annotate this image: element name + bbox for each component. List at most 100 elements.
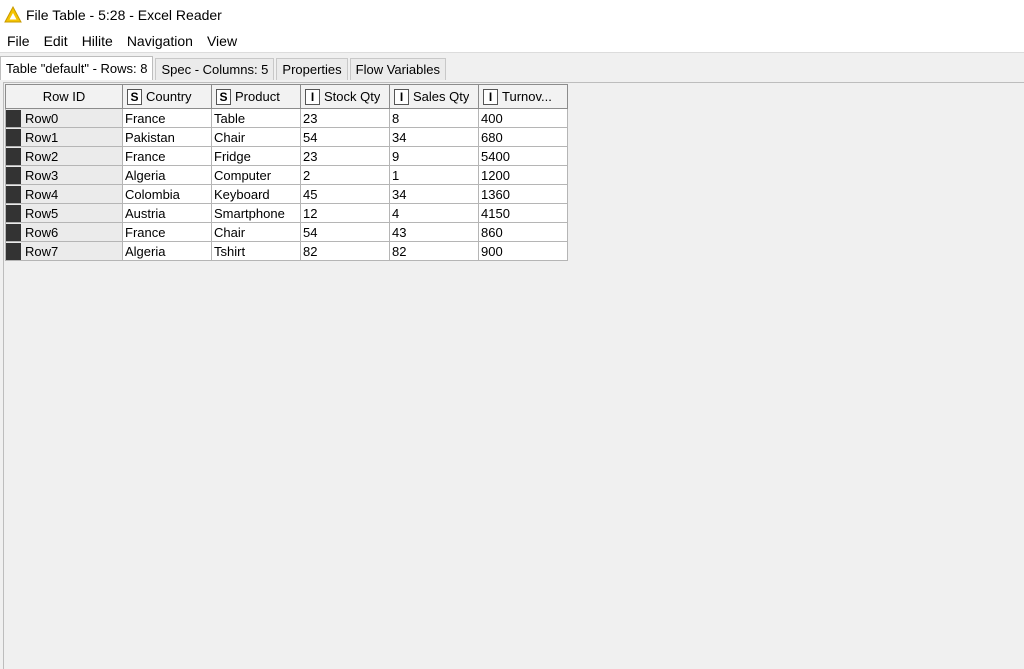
cell-country[interactable]: Algeria <box>122 241 212 261</box>
header-product[interactable]: S Product <box>211 84 301 109</box>
cell-product[interactable]: Table <box>211 108 301 128</box>
cell-country[interactable]: Algeria <box>122 165 212 185</box>
header-label: Row ID <box>42 89 86 104</box>
table-row[interactable]: Row6 France Chair 54 43 860 <box>5 222 568 242</box>
cell-turnover[interactable]: 5400 <box>478 146 568 166</box>
table-row[interactable]: Row4 Colombia Keyboard 45 34 1360 <box>5 184 568 204</box>
row-id-label: Row0 <box>25 110 59 126</box>
row-id-label: Row1 <box>25 129 59 145</box>
cell-stock-qty[interactable]: 82 <box>300 241 390 261</box>
row-id-label: Row2 <box>25 148 59 164</box>
table-row[interactable]: Row2 France Fridge 23 9 5400 <box>5 146 568 166</box>
menu-bar: File Edit Hilite Navigation View <box>0 30 1024 53</box>
window-title: File Table - 5:28 - Excel Reader <box>26 7 222 23</box>
integer-type-icon: I <box>483 88 498 105</box>
cell-sales-qty[interactable]: 82 <box>389 241 479 261</box>
table-header-row: Row ID S Country S Product I Stock Qty I Sal… <box>5 84 568 109</box>
tab-properties[interactable]: Properties <box>276 58 348 80</box>
cell-product[interactable]: Keyboard <box>211 184 301 204</box>
cell-sales-qty[interactable]: 34 <box>389 184 479 204</box>
row-marker <box>6 223 21 241</box>
row-id-cell[interactable]: Row5 <box>5 203 123 223</box>
header-label: Sales Qty <box>413 89 470 104</box>
row-marker <box>6 109 21 127</box>
table-row[interactable]: Row0 France Table 23 8 400 <box>5 108 568 128</box>
row-marker <box>6 242 21 260</box>
header-label: Country <box>146 89 192 104</box>
tab-spec-columns[interactable]: Spec - Columns: 5 <box>155 58 275 80</box>
cell-sales-qty[interactable]: 34 <box>389 127 479 147</box>
header-turnover[interactable]: I Turnov... <box>478 84 568 109</box>
header-row-id[interactable]: Row ID <box>5 84 123 109</box>
table-view-panel: Row ID S Country S Product I Stock Qty I Sal… <box>3 82 1024 669</box>
tab-table-default[interactable]: Table "default" - Rows: 8 <box>0 56 154 80</box>
row-id-label: Row3 <box>25 167 59 183</box>
row-id-cell[interactable]: Row7 <box>5 241 123 261</box>
cell-country[interactable]: Colombia <box>122 184 212 204</box>
title-bar: File Table - 5:28 - Excel Reader <box>0 0 1024 30</box>
header-label: Product <box>235 89 280 104</box>
cell-sales-qty[interactable]: 4 <box>389 203 479 223</box>
cell-country[interactable]: Pakistan <box>122 127 212 147</box>
table-row[interactable]: Row3 Algeria Computer 2 1 1200 <box>5 165 568 185</box>
cell-product[interactable]: Smartphone <box>211 203 301 223</box>
header-country[interactable]: S Country <box>122 84 212 109</box>
row-id-cell[interactable]: Row6 <box>5 222 123 242</box>
cell-sales-qty[interactable]: 1 <box>389 165 479 185</box>
menu-hilite[interactable]: Hilite <box>75 33 120 49</box>
header-stock-qty[interactable]: I Stock Qty <box>300 84 390 109</box>
row-marker <box>6 204 21 222</box>
menu-navigation[interactable]: Navigation <box>120 33 200 49</box>
row-id-cell[interactable]: Row1 <box>5 127 123 147</box>
cell-sales-qty[interactable]: 43 <box>389 222 479 242</box>
cell-stock-qty[interactable]: 12 <box>300 203 390 223</box>
cell-sales-qty[interactable]: 8 <box>389 108 479 128</box>
table-row[interactable]: Row5 Austria Smartphone 12 4 4150 <box>5 203 568 223</box>
cell-product[interactable]: Chair <box>211 127 301 147</box>
header-sales-qty[interactable]: I Sales Qty <box>389 84 479 109</box>
cell-product[interactable]: Tshirt <box>211 241 301 261</box>
cell-turnover[interactable]: 860 <box>478 222 568 242</box>
menu-file[interactable]: File <box>0 33 37 49</box>
cell-product[interactable]: Computer <box>211 165 301 185</box>
cell-product[interactable]: Fridge <box>211 146 301 166</box>
cell-turnover[interactable]: 1200 <box>478 165 568 185</box>
cell-stock-qty[interactable]: 45 <box>300 184 390 204</box>
row-id-cell[interactable]: Row2 <box>5 146 123 166</box>
tab-bar: Table "default" - Rows: 8 Spec - Columns… <box>0 56 448 80</box>
cell-turnover[interactable]: 680 <box>478 127 568 147</box>
cell-stock-qty[interactable]: 2 <box>300 165 390 185</box>
knime-app-icon <box>4 6 22 23</box>
cell-country[interactable]: France <box>122 146 212 166</box>
tab-flow-variables[interactable]: Flow Variables <box>349 58 446 80</box>
cell-stock-qty[interactable]: 23 <box>300 108 390 128</box>
row-id-cell[interactable]: Row0 <box>5 108 123 128</box>
cell-sales-qty[interactable]: 9 <box>389 146 479 166</box>
data-table: Row ID S Country S Product I Stock Qty I Sal… <box>5 84 568 261</box>
row-marker <box>6 128 21 146</box>
cell-turnover[interactable]: 400 <box>478 108 568 128</box>
cell-country[interactable]: France <box>122 222 212 242</box>
cell-turnover[interactable]: 900 <box>478 241 568 261</box>
cell-turnover[interactable]: 1360 <box>478 184 568 204</box>
cell-country[interactable]: Austria <box>122 203 212 223</box>
cell-stock-qty[interactable]: 54 <box>300 127 390 147</box>
row-id-cell[interactable]: Row4 <box>5 184 123 204</box>
table-row[interactable]: Row1 Pakistan Chair 54 34 680 <box>5 127 568 147</box>
header-label: Turnov... <box>502 89 552 104</box>
row-id-label: Row7 <box>25 243 59 259</box>
row-id-cell[interactable]: Row3 <box>5 165 123 185</box>
cell-product[interactable]: Chair <box>211 222 301 242</box>
cell-country[interactable]: France <box>122 108 212 128</box>
cell-turnover[interactable]: 4150 <box>478 203 568 223</box>
cell-stock-qty[interactable]: 23 <box>300 146 390 166</box>
header-label: Stock Qty <box>324 89 381 104</box>
table-row[interactable]: Row7 Algeria Tshirt 82 82 900 <box>5 241 568 261</box>
row-marker <box>6 147 21 165</box>
menu-view[interactable]: View <box>200 33 244 49</box>
row-marker <box>6 166 21 184</box>
integer-type-icon: I <box>394 88 409 105</box>
menu-edit[interactable]: Edit <box>37 33 75 49</box>
row-id-label: Row4 <box>25 186 59 202</box>
cell-stock-qty[interactable]: 54 <box>300 222 390 242</box>
